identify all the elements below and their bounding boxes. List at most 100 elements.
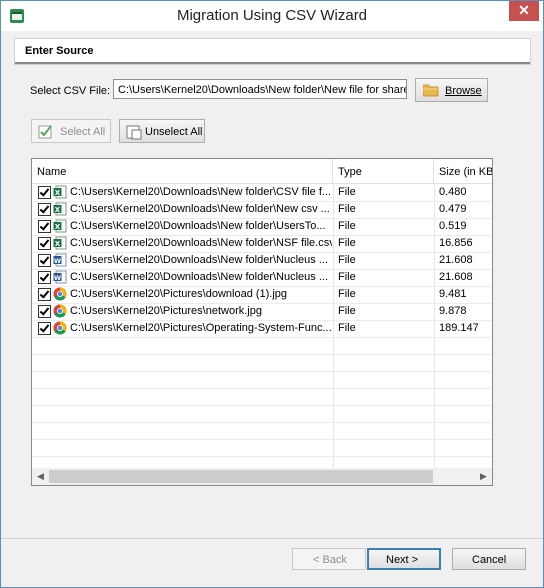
section-divider	[15, 62, 530, 64]
back-button[interactable]: < Back	[292, 548, 366, 570]
cancel-label: Cancel	[472, 554, 507, 566]
column-size[interactable]: Size (in KB	[434, 159, 492, 183]
select-all-button[interactable]: Select All	[31, 119, 111, 143]
scroll-thumb[interactable]	[49, 470, 433, 483]
scroll-left-icon[interactable]: ◀	[32, 468, 49, 485]
row-checkbox[interactable]	[38, 271, 51, 284]
empty-row	[32, 354, 492, 372]
title-bar: Migration Using CSV Wizard ✕	[1, 1, 543, 31]
unselect-all-label: Unselect All	[145, 126, 203, 138]
empty-row	[32, 439, 492, 457]
svg-text:X: X	[55, 189, 61, 197]
row-size: 0.480	[439, 186, 467, 198]
chrome-file-icon	[53, 287, 67, 301]
row-size: 9.481	[439, 288, 467, 300]
row-name: C:\Users\Kernel20\Pictures\download (1).…	[70, 288, 288, 300]
row-checkbox[interactable]	[38, 305, 51, 318]
column-type[interactable]: Type	[333, 159, 434, 183]
svg-text:X: X	[55, 240, 61, 248]
svg-text:X: X	[55, 206, 61, 214]
row-type: File	[338, 288, 356, 300]
next-label: Next >	[386, 554, 419, 566]
row-type: File	[338, 305, 356, 317]
row-name: C:\Users\Kernel20\Downloads\New folder\N…	[70, 271, 329, 283]
row-size: 21.608	[439, 254, 473, 266]
row-name: C:\Users\Kernel20\Pictures\network.jpg	[70, 305, 262, 317]
row-checkbox[interactable]	[38, 254, 51, 267]
file-list[interactable]: Name Type Size (in KB X C:\Users\Kernel20…	[31, 158, 493, 486]
word-file-icon: W	[53, 270, 67, 284]
excel-file-icon: X	[53, 202, 67, 216]
svg-text:X: X	[55, 223, 61, 231]
table-row[interactable]: C:\Users\Kernel20\Pictures\download (1).…	[32, 286, 492, 304]
csv-path-field[interactable]: C:\Users\Kernel20\Downloads\New folder\N…	[113, 79, 407, 99]
row-type: File	[338, 220, 356, 232]
row-name: C:\Users\Kernel20\Pictures\Operating-Sys…	[70, 322, 332, 334]
table-row[interactable]: W C:\Users\Kernel20\Downloads\New folder\…	[32, 269, 492, 287]
close-button[interactable]: ✕	[509, 1, 539, 21]
column-name[interactable]: Name	[32, 159, 333, 183]
row-name: C:\Users\Kernel20\Downloads\New folder\U…	[70, 220, 326, 232]
row-checkbox[interactable]	[38, 288, 51, 301]
row-type: File	[338, 322, 356, 334]
section-title: Enter Source	[25, 45, 94, 57]
browse-label: Browse	[445, 85, 482, 97]
next-button[interactable]: Next >	[367, 548, 441, 570]
empty-row	[32, 405, 492, 423]
row-type: File	[338, 254, 356, 266]
unselect-all-button[interactable]: Unselect All	[119, 119, 205, 143]
row-checkbox[interactable]	[38, 322, 51, 335]
row-type: File	[338, 186, 356, 198]
row-checkbox[interactable]	[38, 220, 51, 233]
svg-text:W: W	[54, 257, 61, 265]
table-row[interactable]: X C:\Users\Kernel20\Downloads\New folder\…	[32, 218, 492, 236]
table-row[interactable]: C:\Users\Kernel20\Pictures\Operating-Sys…	[32, 320, 492, 338]
folder-icon	[423, 84, 439, 97]
wizard-window: Migration Using CSV Wizard ✕ Enter Sourc…	[0, 0, 544, 588]
empty-row	[32, 388, 492, 406]
table-row[interactable]: X C:\Users\Kernel20\Downloads\New folder\…	[32, 201, 492, 219]
row-name: C:\Users\Kernel20\Downloads\New folder\N…	[70, 237, 332, 249]
row-type: File	[338, 203, 356, 215]
row-size: 21.608	[439, 271, 473, 283]
chrome-file-icon	[53, 321, 67, 335]
select-all-label: Select All	[60, 126, 106, 138]
window-title: Migration Using CSV Wizard	[176, 7, 368, 24]
table-row[interactable]: X C:\Users\Kernel20\Downloads\New folder\…	[32, 184, 492, 202]
excel-file-icon: X	[53, 236, 67, 250]
back-label: < Back	[313, 554, 347, 566]
empty-row	[32, 337, 492, 355]
section-header: Enter Source	[14, 38, 531, 65]
footer-divider	[1, 538, 543, 539]
excel-file-icon: X	[53, 219, 67, 233]
row-checkbox[interactable]	[38, 237, 51, 250]
csv-file-label: Select CSV File:	[30, 85, 111, 97]
table-row[interactable]: C:\Users\Kernel20\Pictures\network.jpg Fi…	[32, 303, 492, 321]
excel-file-icon: X	[53, 185, 67, 199]
chrome-file-icon	[53, 304, 67, 318]
empty-row	[32, 371, 492, 389]
row-type: File	[338, 271, 356, 283]
browse-button[interactable]: Browse	[415, 78, 488, 102]
unselect-all-icon	[126, 125, 142, 140]
row-size: 0.479	[439, 203, 467, 215]
row-name: C:\Users\Kernel20\Downloads\New folder\N…	[70, 203, 330, 215]
empty-row	[32, 422, 492, 440]
list-header: Name Type Size (in KB	[32, 159, 492, 184]
row-type: File	[338, 237, 356, 249]
horizontal-scrollbar[interactable]: ◀ ▶	[32, 468, 492, 485]
row-name: C:\Users\Kernel20\Downloads\New folder\N…	[70, 254, 329, 266]
scroll-right-icon[interactable]: ▶	[475, 468, 492, 485]
table-row[interactable]: W C:\Users\Kernel20\Downloads\New folder\…	[32, 252, 492, 270]
row-name: C:\Users\Kernel20\Downloads\New folder\C…	[70, 186, 332, 198]
cancel-button[interactable]: Cancel	[452, 548, 526, 570]
row-size: 189.147	[439, 322, 479, 334]
svg-text:W: W	[54, 274, 61, 282]
row-size: 0.519	[439, 220, 467, 232]
table-row[interactable]: X C:\Users\Kernel20\Downloads\New folder\…	[32, 235, 492, 253]
row-checkbox[interactable]	[38, 186, 51, 199]
select-all-icon	[38, 125, 52, 139]
word-file-icon: W	[53, 253, 67, 267]
row-checkbox[interactable]	[38, 203, 51, 216]
row-size: 9.878	[439, 305, 467, 317]
